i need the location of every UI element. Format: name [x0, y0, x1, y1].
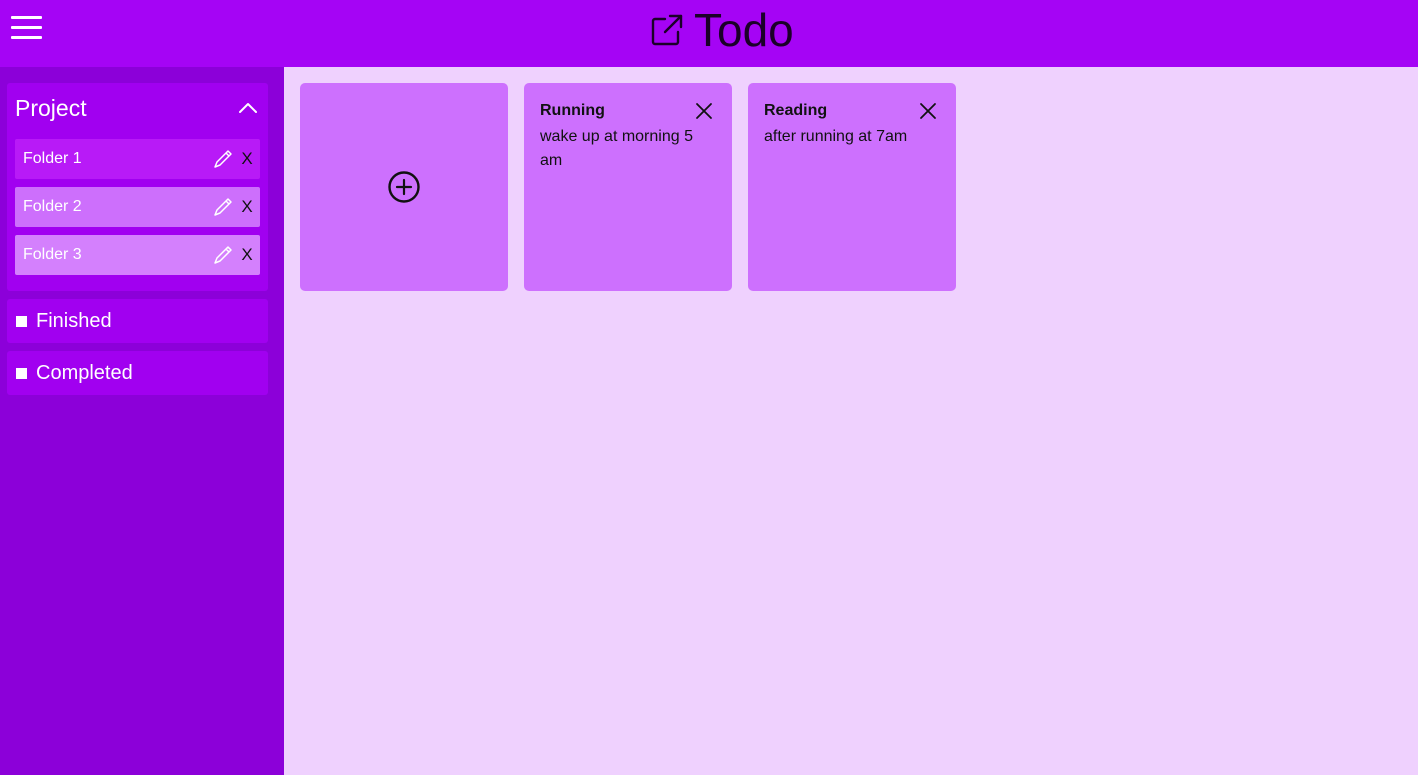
project-header[interactable]: Project — [15, 93, 260, 123]
project-panel: Project Folder 1 X Folder 2 X Folder 3 X — [7, 83, 268, 291]
completed-checkbox[interactable] — [16, 367, 27, 379]
folder-label[interactable]: Folder 2 — [23, 198, 212, 216]
close-icon[interactable] — [695, 102, 713, 120]
app-brand: Todo — [650, 2, 794, 58]
add-note-card[interactable] — [300, 83, 508, 291]
pencil-icon[interactable] — [212, 244, 234, 266]
folder-label[interactable]: Folder 1 — [23, 150, 212, 168]
sidebar: Project Folder 1 X Folder 2 X Folder 3 X… — [0, 67, 284, 775]
filter-label: Completed — [36, 361, 133, 384]
top-bar: Todo — [0, 0, 1418, 67]
filter-finished[interactable]: Finished — [7, 299, 268, 343]
filter-label: Finished — [36, 309, 112, 332]
edit-square-icon — [651, 14, 683, 46]
hamburger-menu-icon[interactable] — [11, 14, 43, 40]
folder-item[interactable]: Folder 2 X — [15, 187, 260, 227]
note-body: wake up at morning 5 am — [540, 128, 693, 169]
project-title: Project — [15, 94, 87, 121]
filter-completed[interactable]: Completed — [7, 351, 268, 395]
chevron-up-icon[interactable] — [236, 96, 260, 120]
folder-item[interactable]: Folder 3 X — [15, 235, 260, 275]
delete-folder-button[interactable]: X — [234, 197, 260, 217]
app-title: Todo — [694, 4, 794, 56]
close-icon[interactable] — [919, 102, 937, 120]
note-card[interactable]: Running wake up at morning 5 am — [524, 83, 732, 291]
note-title: Reading — [764, 102, 828, 119]
note-card[interactable]: Reading after running at 7am — [748, 83, 956, 291]
add-circle-icon[interactable] — [387, 170, 421, 204]
finished-checkbox[interactable] — [16, 315, 27, 327]
pencil-icon[interactable] — [212, 148, 234, 170]
note-title: Running — [540, 102, 605, 119]
delete-folder-button[interactable]: X — [234, 149, 260, 169]
note-body: after running at 7am — [764, 128, 908, 145]
folder-item[interactable]: Folder 1 X — [15, 139, 260, 179]
folder-label[interactable]: Folder 3 — [23, 246, 212, 264]
delete-folder-button[interactable]: X — [234, 245, 260, 265]
pencil-icon[interactable] — [212, 196, 234, 218]
